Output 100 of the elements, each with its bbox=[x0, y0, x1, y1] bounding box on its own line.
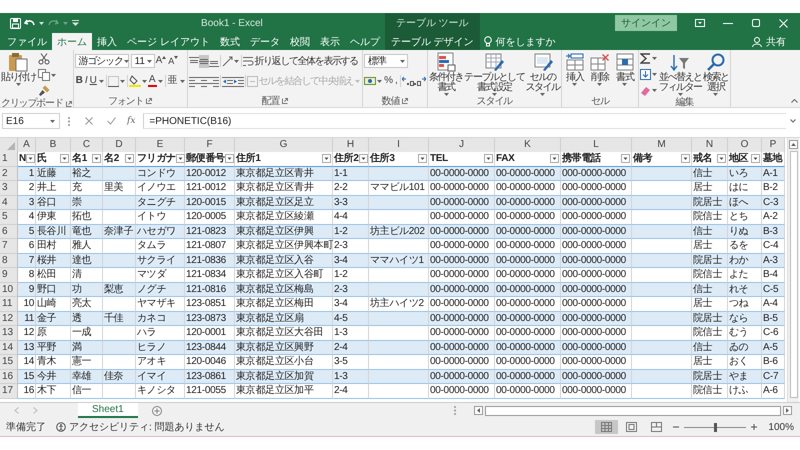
ribbon-tab[interactable]: ファイル bbox=[2, 33, 52, 50]
underline-button[interactable]: U bbox=[88, 75, 98, 87]
filter-dropdown-icon[interactable] bbox=[550, 154, 559, 164]
caret-icon[interactable] bbox=[652, 57, 657, 60]
undo-icon[interactable] bbox=[24, 18, 35, 28]
row-header[interactable]: 13 bbox=[0, 326, 18, 340]
format-button[interactable]: 書式 bbox=[612, 52, 637, 86]
ribbon-tab[interactable]: データ bbox=[244, 33, 285, 50]
caret-icon[interactable] bbox=[16, 83, 21, 86]
close-icon[interactable] bbox=[779, 18, 788, 28]
paste-button[interactable]: 貼り付け bbox=[1, 52, 38, 86]
filter-dropdown-icon[interactable] bbox=[26, 154, 35, 164]
ribbon-tab[interactable]: ページ レイアウト bbox=[122, 33, 215, 50]
filter-dropdown-icon[interactable] bbox=[358, 154, 368, 164]
zoom-in-icon[interactable] bbox=[751, 424, 758, 430]
caret-icon[interactable] bbox=[400, 60, 406, 62]
row-header[interactable]: 4 bbox=[0, 196, 18, 210]
vertical-scrollbar[interactable] bbox=[787, 138, 799, 402]
filter-dropdown-icon[interactable] bbox=[224, 154, 234, 164]
caret-icon[interactable] bbox=[713, 93, 718, 96]
caret-icon[interactable] bbox=[146, 60, 152, 62]
caret-icon[interactable] bbox=[50, 120, 55, 122]
filter-dropdown-icon[interactable] bbox=[125, 154, 134, 164]
row-header[interactable]: 3 bbox=[0, 181, 18, 196]
caret-icon[interactable] bbox=[377, 80, 382, 82]
shrink-font-button[interactable]: A bbox=[167, 55, 180, 67]
ribbon-tab[interactable]: 校閲 bbox=[284, 33, 315, 50]
percent-button[interactable]: % bbox=[383, 75, 394, 87]
row-header[interactable]: 16 bbox=[0, 370, 18, 384]
tell-me-search[interactable]: 何をしますか bbox=[484, 34, 556, 48]
horizontal-align-button[interactable] bbox=[208, 74, 219, 88]
customize-icon[interactable] bbox=[72, 20, 79, 26]
horizontal-scrollbar[interactable] bbox=[474, 405, 792, 416]
caret-icon[interactable] bbox=[158, 80, 163, 82]
bold-button[interactable]: B bbox=[74, 75, 84, 87]
row-header[interactable]: 5 bbox=[0, 210, 18, 224]
ribbon-tab[interactable]: 数式 bbox=[214, 33, 245, 50]
delete-button[interactable]: 削除 bbox=[588, 52, 612, 86]
insert-function-button[interactable]: fx bbox=[127, 116, 136, 126]
caret-icon[interactable] bbox=[540, 93, 546, 96]
orientation-button[interactable] bbox=[222, 54, 233, 68]
caret-icon[interactable] bbox=[597, 83, 602, 86]
name-box[interactable]: E16 bbox=[2, 113, 60, 129]
sort-filter-button[interactable]: 並べ替えと フィルター bbox=[658, 52, 702, 96]
scroll-up-icon[interactable] bbox=[789, 140, 798, 149]
cell-styles-button[interactable]: セルの スタイル bbox=[525, 52, 560, 96]
filter-dropdown-icon[interactable] bbox=[484, 154, 493, 164]
clear-button[interactable] bbox=[640, 84, 658, 97]
caret-icon[interactable] bbox=[678, 93, 683, 96]
phonetic-button[interactable]: 亜 bbox=[166, 75, 179, 87]
expand-formula-icon[interactable] bbox=[790, 119, 796, 123]
filter-dropdown-icon[interactable] bbox=[418, 154, 427, 164]
font-color-button[interactable]: A bbox=[148, 75, 157, 87]
share-button[interactable]: 共有 bbox=[752, 34, 786, 48]
font-name-field[interactable]: 游ゴシック bbox=[74, 54, 129, 68]
copy-button[interactable] bbox=[38, 68, 58, 82]
filter-dropdown-icon[interactable] bbox=[60, 154, 69, 164]
collapse-ribbon-icon[interactable] bbox=[791, 99, 798, 103]
find-select-button[interactable]: 検索と 選択 bbox=[702, 52, 729, 96]
row-header[interactable]: 12 bbox=[0, 312, 18, 326]
dialog-launcher-icon[interactable] bbox=[146, 98, 152, 104]
filter-dropdown-icon[interactable] bbox=[92, 154, 101, 164]
decrease-decimal-button[interactable] bbox=[414, 75, 426, 87]
slider-thumb[interactable] bbox=[714, 422, 718, 432]
ribbon-tab[interactable]: ヘルプ bbox=[344, 33, 385, 50]
ribbon-tab[interactable]: テーブル デザイン bbox=[384, 33, 480, 50]
dialog-launcher-icon[interactable] bbox=[282, 98, 288, 104]
vertical-align-button[interactable] bbox=[198, 54, 209, 68]
ribbon-tab[interactable]: 挿入 bbox=[92, 33, 122, 50]
ribbon-display-icon[interactable] bbox=[695, 19, 705, 27]
scroll-thumb[interactable] bbox=[485, 406, 781, 416]
caret-icon[interactable] bbox=[572, 83, 578, 86]
conditional-formatting-button[interactable]: 条件付き 書式 bbox=[428, 52, 464, 96]
row-header[interactable]: 8 bbox=[0, 254, 18, 268]
insert-button[interactable]: 挿入 bbox=[562, 52, 587, 86]
restore-icon[interactable] bbox=[751, 19, 761, 27]
borders-button[interactable] bbox=[108, 74, 119, 88]
enter-icon[interactable] bbox=[107, 117, 116, 125]
caret-icon[interactable] bbox=[39, 22, 44, 24]
caret-icon[interactable] bbox=[98, 80, 104, 82]
sign-in-button[interactable]: サインイン bbox=[615, 15, 677, 31]
caret-icon[interactable] bbox=[120, 80, 125, 82]
row-header[interactable]: 1 bbox=[0, 152, 18, 166]
cancel-icon[interactable] bbox=[85, 117, 93, 125]
caret-icon[interactable] bbox=[652, 73, 657, 76]
fill-color-button[interactable] bbox=[128, 74, 141, 88]
row-header[interactable]: 17 bbox=[0, 384, 18, 398]
scroll-thumb[interactable] bbox=[790, 151, 798, 398]
scroll-right-icon[interactable] bbox=[783, 406, 792, 415]
accounting-format-button[interactable] bbox=[364, 75, 376, 87]
row-header[interactable]: 15 bbox=[0, 355, 18, 370]
row-header[interactable]: 6 bbox=[0, 224, 18, 239]
fill-button[interactable] bbox=[640, 68, 658, 81]
autosum-button[interactable] bbox=[640, 52, 658, 65]
grow-font-button[interactable]: A bbox=[154, 55, 168, 67]
horizontal-align-button[interactable] bbox=[188, 74, 199, 88]
save-icon[interactable] bbox=[10, 18, 21, 28]
new-sheet-icon[interactable] bbox=[152, 406, 162, 416]
decrease-indent-button[interactable] bbox=[222, 74, 233, 88]
number-format-field[interactable]: 標準 bbox=[364, 54, 408, 68]
